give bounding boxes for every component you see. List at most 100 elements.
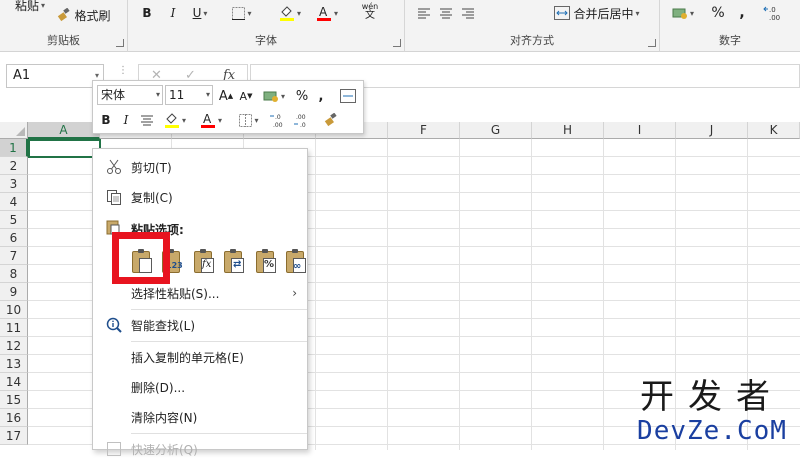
- italic-button[interactable]: I: [119, 110, 133, 130]
- comma-style-button[interactable]: ,: [734, 2, 750, 24]
- paste-button[interactable]: 粘贴 ▾: [8, 0, 52, 16]
- underline-button[interactable]: U ▾: [186, 2, 214, 24]
- column-header-k[interactable]: K: [748, 122, 800, 139]
- row-header-8[interactable]: 8: [0, 265, 28, 283]
- align-center-button[interactable]: [139, 110, 155, 130]
- fill-color-button[interactable]: ▾: [161, 110, 189, 130]
- column-header-a[interactable]: A: [28, 122, 100, 139]
- font-dialog-launcher[interactable]: [393, 39, 401, 47]
- accounting-format-button[interactable]: ▾: [668, 2, 698, 24]
- ribbon: 粘贴 ▾ 格式刷 剪贴板 B I U ▾ ▾ ▾ A ▾ wén 文 字体 合并…: [0, 0, 800, 52]
- paste-option-formulas-icon[interactable]: fx: [191, 249, 217, 277]
- fill-color-button[interactable]: ▾: [276, 2, 304, 24]
- row-header-10[interactable]: 10: [0, 301, 28, 319]
- font-name-combo[interactable]: 宋体 ▾: [97, 85, 163, 105]
- bold-button[interactable]: B: [99, 110, 113, 130]
- align-center-icon: [141, 115, 153, 126]
- chevron-down-icon: ▾: [689, 8, 694, 18]
- row-header-3[interactable]: 3: [0, 175, 28, 193]
- menu-item-label: 复制(C): [131, 190, 173, 205]
- align-center-button[interactable]: [437, 2, 455, 24]
- fill-bucket-icon: [279, 6, 294, 21]
- grow-font-button[interactable]: A ▲: [219, 86, 233, 106]
- align-right-button[interactable]: [459, 2, 477, 24]
- row-header-5[interactable]: 5: [0, 211, 28, 229]
- decrease-decimal-button[interactable]: .00.0: [293, 110, 315, 130]
- watermark-english: DevZe.CoM: [637, 416, 787, 446]
- select-all-corner[interactable]: [0, 122, 28, 139]
- menu-item-cut[interactable]: 剪切(T): [93, 153, 307, 181]
- column-header-j[interactable]: J: [676, 122, 748, 139]
- increase-decimal-button[interactable]: .0.00: [269, 110, 291, 130]
- column-header-i[interactable]: I: [604, 122, 676, 139]
- row-header-12[interactable]: 12: [0, 337, 28, 355]
- phonetic-char: 文: [365, 10, 375, 21]
- chevron-down-icon: ▾: [203, 8, 208, 18]
- name-box[interactable]: A1 ▾: [6, 64, 104, 88]
- percent-style-button[interactable]: %: [708, 2, 728, 24]
- phonetic-guide-button[interactable]: wén 文: [360, 0, 380, 22]
- merge-center-button[interactable]: 合并后居中 ▾: [545, 2, 649, 24]
- decrease-decimal-icon: .00.0: [294, 114, 306, 128]
- menu-item-label: 快速分析(Q): [131, 442, 198, 457]
- format-painter-button[interactable]: 格式刷: [54, 4, 114, 26]
- merge-center-button[interactable]: [339, 86, 357, 106]
- shrink-font-label: A: [239, 89, 248, 103]
- border-icon: [232, 6, 246, 20]
- row-header-13[interactable]: 13: [0, 355, 28, 373]
- column-header-f[interactable]: F: [388, 122, 460, 139]
- merge-cells-icon: [554, 6, 571, 20]
- menu-item-label: 插入复制的单元格(E): [131, 350, 244, 365]
- column-header-g[interactable]: G: [460, 122, 532, 139]
- row-header-11[interactable]: 11: [0, 319, 28, 337]
- borders-button[interactable]: ▾: [235, 110, 263, 130]
- link-icon: ∞: [293, 261, 302, 272]
- menu-separator: [131, 433, 307, 434]
- shrink-font-button[interactable]: A ▼: [239, 86, 253, 106]
- chevron-down-icon: ▾: [41, 0, 46, 10]
- align-left-button[interactable]: [415, 2, 433, 24]
- menu-item-label: 智能查找(L): [131, 318, 196, 333]
- row-header-7[interactable]: 7: [0, 247, 28, 265]
- alignment-dialog-launcher[interactable]: [648, 39, 656, 47]
- accounting-format-button[interactable]: ▾: [259, 86, 289, 106]
- row-header-9[interactable]: 9: [0, 283, 28, 301]
- row-header-2[interactable]: 2: [0, 157, 28, 175]
- increase-decimal-icon: .0.00: [270, 114, 283, 128]
- active-cell-a1[interactable]: [28, 139, 103, 160]
- bold-button[interactable]: B: [138, 2, 156, 24]
- percent-style-button[interactable]: %: [295, 86, 309, 106]
- menu-item-clear-contents[interactable]: 清除内容(N): [93, 403, 307, 431]
- row-header-1[interactable]: 1: [0, 139, 28, 157]
- menu-item-insert-copied-cells[interactable]: 插入复制的单元格(E): [93, 343, 307, 371]
- menu-item-quick-analysis[interactable]: 快速分析(Q): [93, 435, 307, 463]
- increase-decimal-button[interactable]: .0.00: [760, 2, 794, 24]
- paste-option-formatting-icon[interactable]: %: [253, 249, 279, 277]
- paste-option-transpose-icon[interactable]: ⇄: [221, 249, 247, 277]
- menu-item-delete[interactable]: 删除(D)...: [93, 373, 307, 401]
- format-painter-button[interactable]: [321, 110, 341, 130]
- menu-item-smart-lookup[interactable]: 智能查找(L): [93, 311, 307, 339]
- font-size-value: 11: [169, 88, 185, 102]
- font-color-button[interactable]: A ▾: [312, 2, 342, 24]
- menu-item-copy[interactable]: 复制(C): [93, 183, 307, 211]
- row-header-6[interactable]: 6: [0, 229, 28, 247]
- mini-toolbar: 宋体 ▾ 11 ▾ A ▲ A ▼ ▾ % , B I ▾ A ▾ ▾ .0.00 …: [92, 80, 364, 134]
- comma-style-button[interactable]: ,: [315, 86, 327, 106]
- italic-button[interactable]: I: [164, 2, 182, 24]
- underline-label: U: [192, 6, 202, 20]
- font-size-combo[interactable]: 11 ▾: [165, 85, 213, 105]
- row-header-14[interactable]: 14: [0, 373, 28, 391]
- chevron-down-icon: ▾: [333, 8, 338, 18]
- row-header-4[interactable]: 4: [0, 193, 28, 211]
- svg-text:A: A: [203, 112, 212, 126]
- font-color-button[interactable]: A ▾: [197, 110, 225, 130]
- paste-option-link-icon[interactable]: ∞: [283, 249, 309, 277]
- row-header-17[interactable]: 17: [0, 427, 28, 445]
- row-header-15[interactable]: 15: [0, 391, 28, 409]
- column-header-h[interactable]: H: [532, 122, 604, 139]
- row-header-16[interactable]: 16: [0, 409, 28, 427]
- borders-button[interactable]: ▾: [228, 2, 256, 24]
- font-group: B I U ▾ ▾ ▾ A ▾ wén 文 字体: [128, 0, 405, 52]
- clipboard-dialog-launcher[interactable]: [116, 39, 124, 47]
